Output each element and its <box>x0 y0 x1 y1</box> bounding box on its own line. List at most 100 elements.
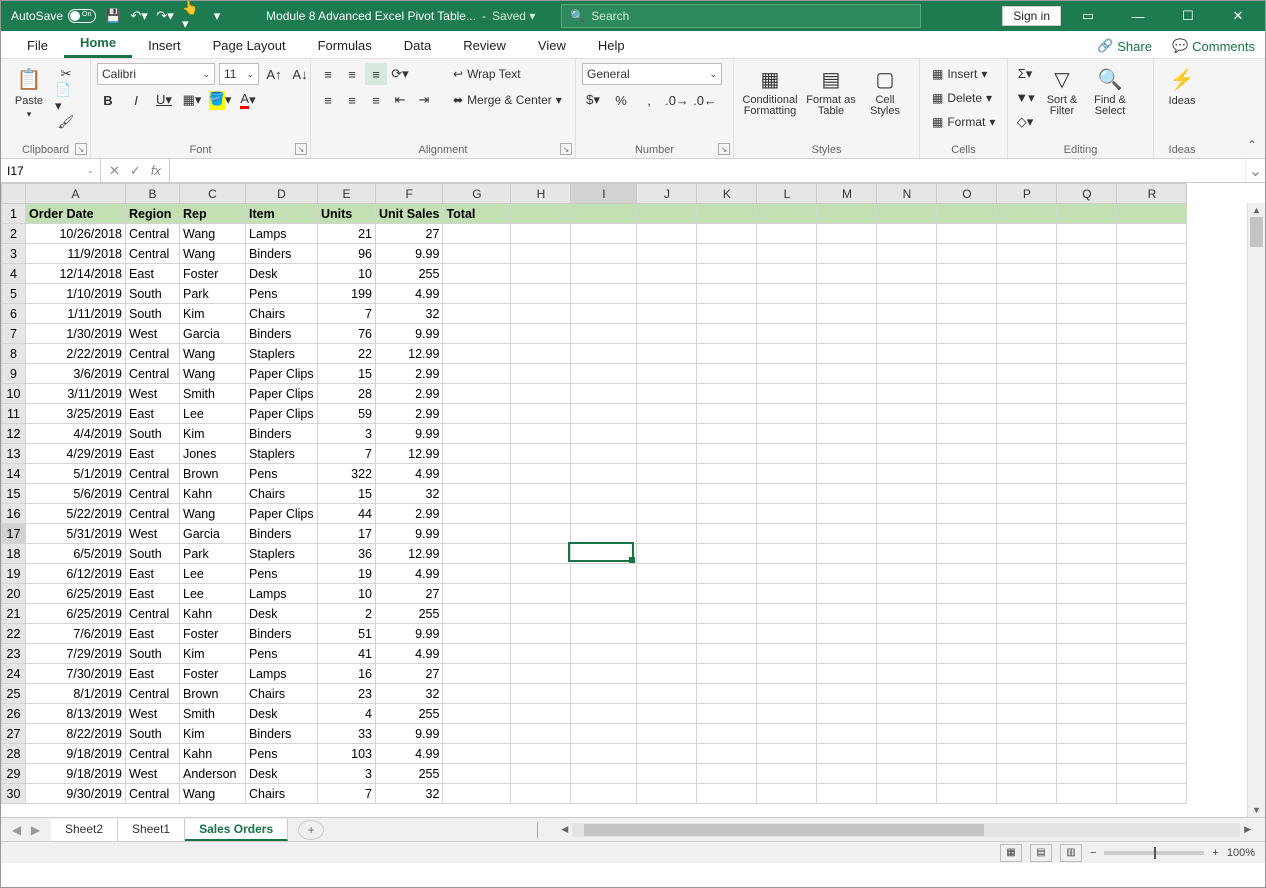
row-header[interactable]: 15 <box>2 484 26 504</box>
cell[interactable] <box>817 344 877 364</box>
cell[interactable] <box>637 424 697 444</box>
cell[interactable]: 255 <box>376 264 443 284</box>
cell[interactable] <box>571 704 637 724</box>
cell[interactable] <box>443 784 511 804</box>
cell[interactable]: 22 <box>318 344 376 364</box>
cell[interactable]: 7 <box>318 784 376 804</box>
cell[interactable]: 8/22/2019 <box>26 724 126 744</box>
cell[interactable]: Binders <box>246 724 318 744</box>
cell[interactable] <box>937 564 997 584</box>
cell[interactable]: 15 <box>318 484 376 504</box>
cell[interactable]: Pens <box>246 644 318 664</box>
cell[interactable]: Item <box>246 204 318 224</box>
name-box[interactable]: I17⌄ <box>1 159 101 182</box>
column-header[interactable]: K <box>697 184 757 204</box>
cell[interactable]: South <box>126 284 180 304</box>
cell[interactable] <box>637 264 697 284</box>
save-icon[interactable]: 💾 <box>104 7 122 25</box>
cell[interactable]: Wang <box>180 364 246 384</box>
column-header[interactable]: Q <box>1057 184 1117 204</box>
cell[interactable] <box>697 404 757 424</box>
cell[interactable] <box>511 684 571 704</box>
cell[interactable] <box>1057 764 1117 784</box>
cell[interactable] <box>757 264 817 284</box>
cell[interactable]: Desk <box>246 764 318 784</box>
ribbon-tab-formulas[interactable]: Formulas <box>302 33 388 58</box>
sheet-nav-prev-icon[interactable]: ◀ <box>12 823 21 837</box>
cell[interactable]: Region <box>126 204 180 224</box>
cell[interactable] <box>817 484 877 504</box>
cell[interactable]: 3 <box>318 424 376 444</box>
cell[interactable]: Kim <box>180 424 246 444</box>
horizontal-scrollbar[interactable]: ◀ ▶ <box>557 823 1255 837</box>
cell[interactable]: Pens <box>246 464 318 484</box>
cell[interactable] <box>997 684 1057 704</box>
row-header[interactable]: 2 <box>2 224 26 244</box>
scroll-down-icon[interactable]: ▼ <box>1248 803 1265 817</box>
cell[interactable] <box>1057 264 1117 284</box>
cell[interactable] <box>1117 264 1187 284</box>
row-header[interactable]: 9 <box>2 364 26 384</box>
cell[interactable]: 32 <box>376 484 443 504</box>
cell[interactable] <box>997 784 1057 804</box>
close-icon[interactable]: ✕ <box>1215 1 1261 31</box>
cell[interactable] <box>877 304 937 324</box>
cell[interactable] <box>697 684 757 704</box>
cell[interactable]: 4 <box>318 704 376 724</box>
cell[interactable]: Kahn <box>180 484 246 504</box>
cell[interactable] <box>1057 504 1117 524</box>
row-header[interactable]: 19 <box>2 564 26 584</box>
page-layout-view-icon[interactable]: ▤ <box>1030 844 1052 862</box>
cell[interactable] <box>571 564 637 584</box>
cell[interactable] <box>1057 484 1117 504</box>
cell[interactable] <box>997 604 1057 624</box>
cell[interactable] <box>757 564 817 584</box>
cell[interactable]: Central <box>126 344 180 364</box>
cell[interactable] <box>1117 584 1187 604</box>
cell[interactable] <box>443 604 511 624</box>
cell[interactable] <box>697 784 757 804</box>
increase-indent-icon[interactable]: ⇥ <box>413 89 435 111</box>
cell[interactable]: 255 <box>376 704 443 724</box>
cell[interactable] <box>1117 784 1187 804</box>
ribbon-tab-file[interactable]: File <box>11 33 64 58</box>
cell[interactable]: Binders <box>246 624 318 644</box>
font-name-combo[interactable]: Calibri⌄ <box>97 63 215 85</box>
row-header[interactable]: 24 <box>2 664 26 684</box>
cell[interactable] <box>511 764 571 784</box>
cell[interactable] <box>757 644 817 664</box>
cell[interactable] <box>1057 464 1117 484</box>
row-header[interactable]: 10 <box>2 384 26 404</box>
bold-button[interactable]: B <box>97 89 119 111</box>
cell[interactable]: 21 <box>318 224 376 244</box>
accounting-format-icon[interactable]: $▾ <box>582 89 604 111</box>
cell[interactable]: 27 <box>376 664 443 684</box>
cell[interactable] <box>817 244 877 264</box>
cell[interactable] <box>443 624 511 644</box>
cell[interactable] <box>637 324 697 344</box>
cell[interactable] <box>877 644 937 664</box>
cell[interactable] <box>937 524 997 544</box>
cell[interactable] <box>877 724 937 744</box>
cell[interactable] <box>697 764 757 784</box>
cell[interactable] <box>511 204 571 224</box>
cell[interactable] <box>817 404 877 424</box>
cell[interactable] <box>877 464 937 484</box>
cell[interactable] <box>697 464 757 484</box>
cell[interactable]: Wang <box>180 344 246 364</box>
cell[interactable]: Central <box>126 604 180 624</box>
cell[interactable]: 255 <box>376 764 443 784</box>
cell[interactable] <box>571 584 637 604</box>
cell[interactable] <box>637 764 697 784</box>
ribbon-tab-help[interactable]: Help <box>582 33 641 58</box>
cell[interactable] <box>637 784 697 804</box>
sort-filter-button[interactable]: ▽Sort & Filter <box>1040 63 1084 119</box>
cell[interactable] <box>637 524 697 544</box>
row-header[interactable]: 12 <box>2 424 26 444</box>
align-left-icon[interactable]: ≡ <box>317 89 339 111</box>
cell[interactable] <box>511 784 571 804</box>
cell[interactable] <box>937 284 997 304</box>
row-header[interactable]: 30 <box>2 784 26 804</box>
cell[interactable]: Desk <box>246 604 318 624</box>
cell[interactable]: Wang <box>180 504 246 524</box>
